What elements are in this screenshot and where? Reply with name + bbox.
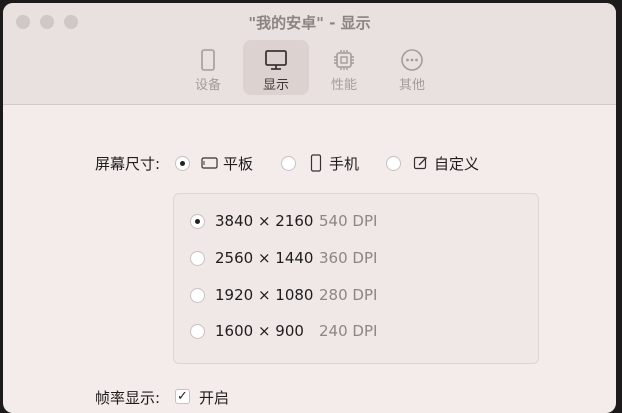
screen-size-phone-radio[interactable] <box>281 156 296 171</box>
resolution-row[interactable]: 1920 × 1080 280 DPI <box>174 282 538 310</box>
resolution-radio[interactable] <box>190 324 205 339</box>
resolution-dpi: 280 DPI <box>319 286 378 304</box>
resolution-dpi: 540 DPI <box>319 212 378 230</box>
cpu-chip-icon <box>334 50 354 70</box>
tab-label-performance: 性能 <box>330 78 357 93</box>
screen-size-tablet-label[interactable]: 平板 <box>223 153 253 174</box>
resolution-radio[interactable] <box>190 214 205 229</box>
tab-label-display: 显示 <box>262 78 289 93</box>
resolution-row[interactable]: 3840 × 2160 540 DPI <box>174 208 538 236</box>
edit-icon <box>413 156 427 170</box>
resolution-radio[interactable] <box>190 288 205 303</box>
resolution-row[interactable]: 1600 × 900 240 DPI <box>174 318 538 346</box>
screen-size-custom-radio[interactable] <box>386 156 401 171</box>
toolbar: "我的安卓" - 显示 设备 显示 性能 其他 <box>3 3 616 105</box>
phone-icon <box>310 154 322 172</box>
resolution-value: 2560 × 1440 <box>215 249 314 267</box>
screen-size-label: 屏幕尺寸: <box>95 155 161 173</box>
resolution-row[interactable]: 2560 × 1440 360 DPI <box>174 245 538 273</box>
window-title: "我的安卓" - 显示 <box>248 14 371 32</box>
tab-display[interactable]: 显示 <box>243 40 309 95</box>
resolution-radio[interactable] <box>190 251 205 266</box>
tablet-device-icon <box>201 49 215 71</box>
preferences-window: "我的安卓" - 显示 设备 显示 性能 其他 屏幕尺寸: 平板 手机 自定义 … <box>3 3 616 413</box>
screen-size-tablet-radio[interactable] <box>175 156 190 171</box>
monitor-icon <box>265 50 287 70</box>
tab-other[interactable]: 其他 <box>379 40 445 95</box>
more-dots-icon <box>401 49 423 71</box>
tab-label-other: 其他 <box>398 78 425 93</box>
screen-size-phone-label[interactable]: 手机 <box>329 153 359 174</box>
resolution-dpi: 240 DPI <box>319 322 378 340</box>
resolution-list: 3840 × 2160 540 DPI 2560 × 1440 360 DPI … <box>173 193 539 364</box>
tablet-landscape-icon <box>201 157 218 169</box>
frame-rate-checkbox-label[interactable]: 开启 <box>199 387 229 408</box>
resolution-value: 1920 × 1080 <box>215 286 314 304</box>
tab-label-device: 设备 <box>194 78 221 93</box>
resolution-value: 3840 × 2160 <box>215 212 314 230</box>
screen-size-custom-label[interactable]: 自定义 <box>434 153 479 174</box>
frame-rate-checkbox[interactable]: ✓ <box>175 389 190 404</box>
frame-rate-label: 帧率显示: <box>95 389 161 407</box>
resolution-dpi: 360 DPI <box>319 249 378 267</box>
display-settings-panel: 屏幕尺寸: 平板 手机 自定义 3840 × 2160 540 DPI 2560… <box>3 105 616 413</box>
tab-device[interactable]: 设备 <box>175 40 241 95</box>
resolution-value: 1600 × 900 <box>215 322 304 340</box>
tab-performance[interactable]: 性能 <box>311 40 377 95</box>
